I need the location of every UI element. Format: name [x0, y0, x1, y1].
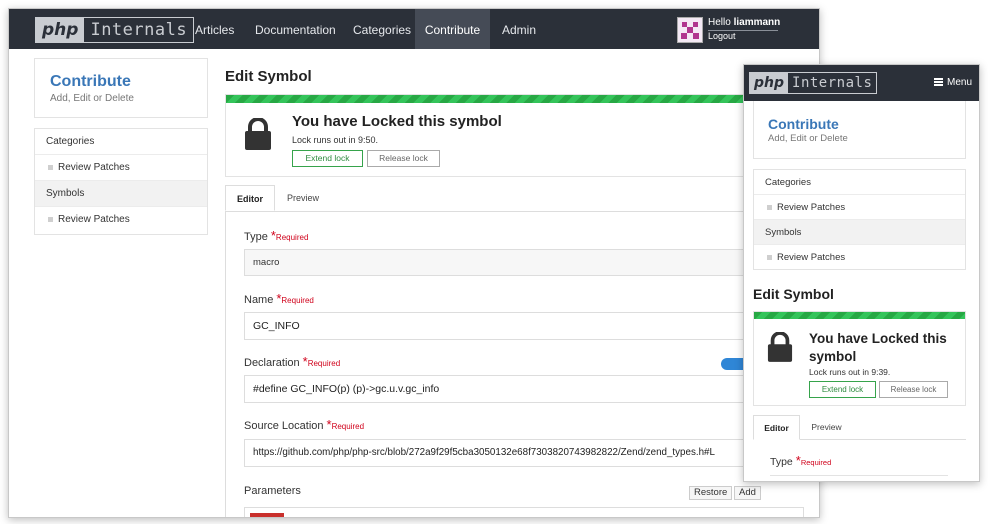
mobile-lock-title-line-2: symbol: [809, 349, 857, 364]
source-location-input[interactable]: https://github.com/php/php-src/blob/272a…: [244, 439, 804, 467]
lock-countdown: Lock runs out in 9:50.: [292, 135, 379, 145]
user-avatar[interactable]: [677, 17, 703, 43]
mobile-sidebar-menu: Categories Review Patches Symbols Review…: [753, 169, 966, 270]
mobile-logo-internals-text: Internals: [792, 75, 873, 91]
mobile-top-navigation-bar: php Internals Menu: [744, 65, 979, 101]
mobile-sidebar-item-symbols[interactable]: Symbols: [754, 220, 965, 245]
parameters-add-button[interactable]: Add: [734, 486, 761, 500]
top-navigation-bar: php Internals Articles Documentation Cat…: [9, 9, 819, 49]
lock-stripe: [226, 95, 819, 103]
tab-preview[interactable]: Preview: [277, 185, 329, 211]
lock-title: You have Locked this symbol: [292, 113, 502, 130]
mobile-lock-icon: [767, 331, 793, 367]
username-text: liammann: [733, 17, 781, 28]
type-required-text: Required: [275, 233, 309, 242]
desktop-browser-window: php Internals Articles Documentation Cat…: [8, 8, 820, 518]
php-internals-logo[interactable]: php Internals: [35, 17, 195, 43]
name-required-text: Required: [281, 296, 314, 305]
sidebar-subtitle: Add, Edit or Delete: [50, 93, 134, 104]
mobile-browser-window: php Internals Menu Contribute Add, Edit …: [743, 64, 980, 482]
user-greeting: Hello liammann: [708, 17, 780, 29]
page-title: Edit Symbol: [225, 68, 312, 85]
mobile-page-title: Edit Symbol: [753, 286, 834, 302]
mobile-sidebar-item-review-patches-categories[interactable]: Review Patches: [754, 195, 965, 220]
sidebar-header: Contribute Add, Edit or Delete: [34, 58, 208, 118]
mobile-sidebar-title: Contribute: [768, 116, 839, 132]
logout-link[interactable]: Logout: [708, 31, 736, 41]
sidebar-title: Contribute: [50, 73, 131, 90]
name-label: Name *Required: [244, 291, 314, 306]
sidebar-item-categories[interactable]: Categories: [35, 129, 207, 155]
parameters-table: [244, 507, 804, 517]
type-label-text: Type: [244, 231, 268, 243]
logo-php-text: php: [36, 18, 85, 42]
declaration-label-text: Declaration: [244, 357, 300, 369]
editor-tabs: Editor Preview: [225, 185, 819, 212]
source-location-label-text: Source Location: [244, 420, 324, 432]
mobile-lock-stripe: [754, 312, 965, 319]
nav-articles[interactable]: Articles: [183, 9, 246, 49]
mobile-type-required-text: Required: [800, 458, 832, 467]
mobile-lock-title-line-1: You have Locked this: [809, 331, 947, 346]
tab-editor[interactable]: Editor: [225, 185, 275, 211]
mobile-type-select-edge: [770, 475, 948, 476]
sidebar-menu: Categories Review Patches Symbols Review…: [34, 128, 208, 235]
mobile-php-internals-logo[interactable]: php Internals: [749, 72, 878, 94]
mobile-logo-php-text: php: [750, 73, 789, 93]
mobile-sidebar-header: Contribute Add, Edit or Delete: [753, 101, 966, 159]
mobile-editor-tabs: Editor Preview: [753, 415, 966, 440]
declaration-label: Declaration *Required: [244, 354, 341, 369]
release-lock-button[interactable]: Release lock: [367, 150, 440, 167]
type-select[interactable]: macro: [244, 249, 804, 276]
nav-categories[interactable]: Categories: [341, 9, 423, 49]
declaration-input[interactable]: #define GC_INFO(p) (p)->gc.u.v.gc_info: [244, 375, 804, 403]
nav-documentation[interactable]: Documentation: [243, 9, 348, 49]
lock-notice: You have Locked this symbol Lock runs ou…: [225, 94, 819, 177]
mobile-lock-notice: You have Locked this symbol Lock runs ou…: [753, 311, 966, 406]
name-label-text: Name: [244, 294, 274, 306]
type-label: Type *Required: [244, 228, 309, 243]
mobile-lock-countdown: Lock runs out in 9:39.: [809, 367, 891, 377]
parameters-restore-button[interactable]: Restore: [689, 486, 733, 500]
mobile-type-label: Type *Required: [770, 453, 832, 468]
mobile-release-lock-button[interactable]: Release lock: [879, 381, 948, 398]
mobile-type-label-text: Type: [770, 456, 793, 468]
mobile-sidebar-subtitle: Add, Edit or Delete: [768, 133, 848, 144]
mobile-extend-lock-button[interactable]: Extend lock: [809, 381, 876, 398]
mobile-tab-editor[interactable]: Editor: [753, 415, 800, 440]
source-required-text: Required: [331, 422, 365, 431]
nav-admin[interactable]: Admin: [490, 9, 548, 49]
menu-label: Menu: [946, 77, 972, 88]
mobile-menu-button[interactable]: Menu: [933, 76, 972, 90]
sidebar-item-review-patches-categories[interactable]: Review Patches: [35, 155, 207, 181]
parameters-label: Parameters: [244, 485, 301, 497]
mobile-tab-preview[interactable]: Preview: [803, 415, 850, 440]
hamburger-icon: [933, 78, 943, 87]
nav-contribute[interactable]: Contribute: [415, 9, 490, 49]
mobile-sidebar-item-categories[interactable]: Categories: [754, 170, 965, 195]
name-input[interactable]: GC_INFO: [244, 312, 804, 340]
logo-internals-text: Internals: [90, 20, 188, 40]
sidebar-item-symbols[interactable]: Symbols: [35, 181, 207, 207]
source-location-label: Source Location *Required: [244, 417, 365, 432]
declaration-required-text: Required: [307, 359, 341, 368]
extend-lock-button[interactable]: Extend lock: [292, 150, 363, 167]
sidebar-item-review-patches-symbols[interactable]: Review Patches: [35, 207, 207, 233]
lock-icon: [244, 117, 272, 155]
hello-text: Hello: [708, 17, 731, 28]
parameter-delete-button[interactable]: [250, 513, 284, 517]
mobile-sidebar-item-review-patches-symbols[interactable]: Review Patches: [754, 245, 965, 270]
